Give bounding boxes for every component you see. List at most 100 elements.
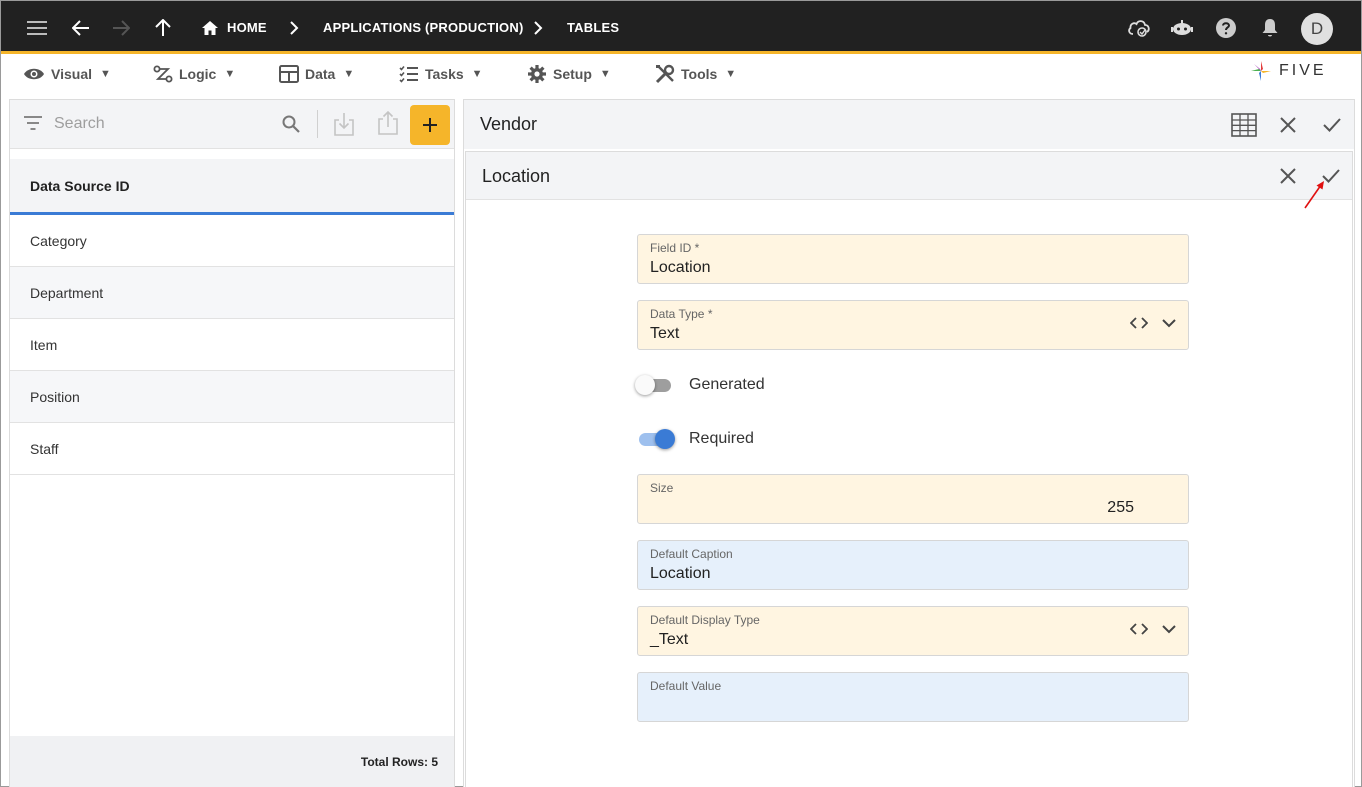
vendor-save-button[interactable] — [1316, 109, 1348, 141]
default-value-input[interactable]: Default Value — [637, 672, 1189, 722]
menu-visual[interactable]: Visual ▼ — [23, 54, 111, 94]
search-bar — [10, 100, 454, 149]
vendor-title: Vendor — [480, 114, 538, 134]
breadcrumb-tables[interactable]: TABLES — [567, 1, 619, 54]
add-button[interactable] — [410, 105, 450, 145]
menu-data[interactable]: Data ▼ — [279, 54, 354, 94]
location-header: Location — [466, 152, 1352, 200]
hamburger-menu-icon[interactable] — [19, 1, 55, 54]
menu-label: Setup — [553, 66, 592, 82]
caret-down-icon: ▼ — [471, 68, 483, 80]
chevron-down-icon[interactable] — [1162, 624, 1176, 634]
data-source-list: Category Department Item Position Staff — [10, 215, 454, 475]
field-value: _Text — [650, 631, 689, 648]
caret-down-icon: ▼ — [343, 68, 355, 80]
field-value: 255 — [1107, 499, 1134, 516]
export-share-icon[interactable] — [378, 111, 398, 135]
toggle-thumb — [655, 429, 675, 449]
up-arrow-icon[interactable] — [145, 1, 181, 54]
breadcrumb-home[interactable]: HOME — [201, 1, 267, 54]
column-header-data-source-id[interactable]: Data Source ID — [10, 159, 454, 215]
table-grid-icon — [1231, 113, 1257, 137]
field-label: Default Display Type — [650, 613, 760, 627]
field-label: Size — [650, 481, 674, 495]
menu-label: Tasks — [425, 66, 464, 82]
menu-tools[interactable]: Tools ▼ — [655, 54, 736, 94]
help-icon[interactable] — [1208, 1, 1244, 54]
table-grid-icon — [279, 65, 299, 83]
toolbar-divider — [317, 110, 318, 138]
search-icon[interactable] — [282, 115, 300, 133]
total-rows: Total Rows: 5 — [10, 736, 454, 787]
caret-down-icon: ▼ — [725, 68, 737, 80]
field-label: Field ID * — [650, 241, 700, 255]
checklist-icon — [399, 65, 419, 83]
code-brackets-icon[interactable] — [1130, 623, 1148, 635]
caret-down-icon: ▼ — [224, 68, 236, 80]
generated-toggle[interactable] — [635, 375, 673, 395]
list-item[interactable]: Position — [10, 371, 454, 423]
grid-view-button[interactable] — [1228, 109, 1260, 141]
menu-label: Logic — [179, 66, 217, 82]
field-value: Text — [650, 325, 680, 342]
cloud-sync-icon[interactable] — [1121, 1, 1157, 54]
list-item[interactable]: Item — [10, 319, 454, 371]
home-icon — [201, 20, 219, 36]
tools-icon — [655, 64, 675, 84]
back-arrow-icon[interactable] — [63, 1, 99, 54]
code-brackets-icon[interactable] — [1130, 317, 1148, 329]
caret-down-icon: ▼ — [100, 68, 111, 80]
list-item[interactable]: Category — [10, 215, 454, 267]
user-avatar[interactable]: D — [1301, 13, 1333, 45]
forward-arrow-icon[interactable] — [103, 1, 139, 54]
size-input[interactable]: Size 255 — [637, 474, 1189, 524]
required-toggle-row: Required — [637, 427, 754, 451]
field-label: Default Value — [650, 679, 722, 693]
required-label: Required — [689, 430, 754, 447]
field-value: Location — [650, 565, 711, 582]
menu-logic[interactable]: Logic ▼ — [153, 54, 235, 94]
data-source-list-panel: Data Source ID Category Department Item … — [9, 99, 455, 787]
chatbot-icon[interactable] — [1164, 1, 1200, 54]
chevron-right-icon — [533, 1, 543, 54]
gear-icon — [527, 64, 547, 84]
chevron-down-icon[interactable] — [1162, 318, 1176, 328]
field-id-input[interactable]: Field ID * Location — [637, 234, 1189, 284]
list-item[interactable]: Staff — [10, 423, 454, 475]
eye-icon — [23, 67, 45, 81]
menu-label: Data — [305, 66, 336, 82]
menu-bar: Visual ▼ Logic ▼ Data ▼ Tasks ▼ Setup ▼ … — [1, 54, 1361, 94]
workflow-icon — [153, 65, 173, 83]
default-display-type-select[interactable]: Default Display Type _Text — [637, 606, 1189, 656]
breadcrumb-applications[interactable]: APPLICATIONS (PRODUCTION) — [323, 1, 523, 54]
close-icon — [1280, 117, 1296, 133]
search-input[interactable] — [54, 112, 274, 136]
notifications-bell-icon[interactable] — [1252, 1, 1288, 54]
filter-icon[interactable] — [24, 116, 42, 130]
plus-icon — [423, 118, 437, 132]
import-icon[interactable] — [334, 112, 354, 136]
close-icon — [1280, 168, 1296, 184]
five-logo: FIVE — [1249, 59, 1327, 83]
list-item[interactable]: Department — [10, 267, 454, 319]
field-value: Location — [650, 259, 711, 276]
breadcrumb-label: HOME — [227, 20, 267, 35]
chevron-right-icon — [289, 1, 299, 54]
default-caption-input[interactable]: Default Caption Location — [637, 540, 1189, 590]
vendor-header: Vendor — [464, 100, 1354, 149]
menu-tasks[interactable]: Tasks ▼ — [399, 54, 483, 94]
toggle-thumb — [635, 375, 655, 395]
menu-label: Tools — [681, 66, 718, 82]
required-toggle[interactable] — [637, 429, 675, 449]
five-logo-mark-icon — [1251, 61, 1271, 81]
data-type-select[interactable]: Data Type * Text — [637, 300, 1189, 350]
top-bar: HOME APPLICATIONS (PRODUCTION) TABLES D — [1, 1, 1361, 54]
field-label: Data Type * — [650, 307, 713, 321]
location-title: Location — [482, 166, 551, 186]
vendor-cancel-button[interactable] — [1272, 109, 1304, 141]
location-cancel-button[interactable] — [1272, 160, 1304, 192]
menu-label: Visual — [51, 66, 92, 82]
checkmark-icon — [1323, 118, 1341, 132]
logo-text: FIVE — [1279, 62, 1327, 79]
menu-setup[interactable]: Setup ▼ — [527, 54, 611, 94]
